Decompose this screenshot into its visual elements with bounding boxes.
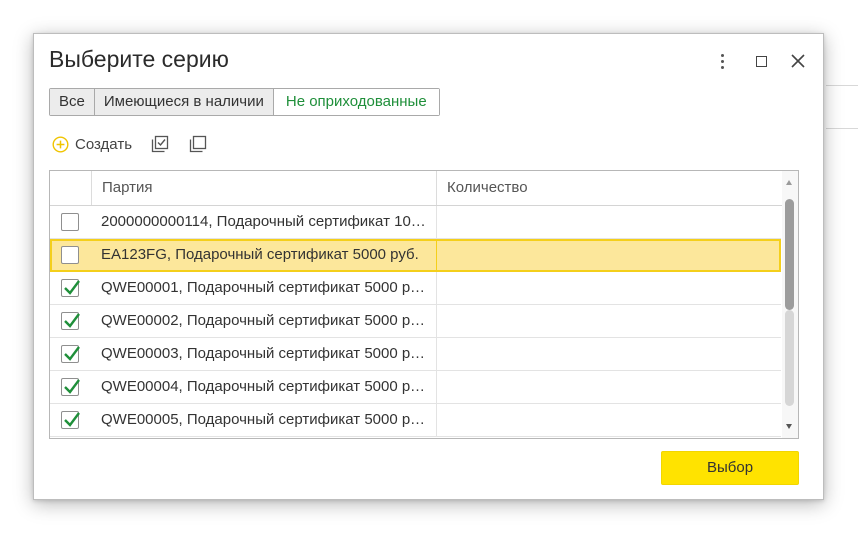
column-divider [436,404,437,436]
scroll-down-arrow-icon[interactable] [786,424,792,429]
close-icon [791,54,805,68]
column-divider [436,272,437,304]
checkmark-icon [64,346,80,361]
column-divider [436,241,437,270]
close-button[interactable] [786,49,810,73]
filter-switch: Все Имеющиеся в наличии Не оприходованны… [49,88,440,116]
create-button[interactable]: Создать [52,136,132,153]
checkmark-icon [64,379,80,394]
scrollbar-thumb[interactable] [785,199,794,310]
column-divider [436,206,437,238]
toolbar: Создать [52,132,208,156]
table-row-selected[interactable]: EA123FG, Подарочный сертификат 5000 руб. [50,239,781,272]
uncheck-all-icon [189,135,207,153]
table-row[interactable]: 2000000000114, Подарочный сертификат 100… [50,206,781,239]
create-button-label: Создать [75,135,133,153]
table-row[interactable]: QWE00005, Подарочный сертификат 5000 руб… [50,404,781,437]
table-header: Партия Количество [50,171,783,206]
row-checkbox[interactable] [61,246,79,264]
party-cell: QWE00002, Подарочный сертификат 5000 руб… [101,312,426,329]
party-cell: QWE00003, Подарочный сертификат 5000 руб… [101,345,426,362]
maximize-button[interactable] [749,49,773,73]
background-divider [826,85,858,86]
table-row[interactable]: QWE00004, Подарочный сертификат 5000 руб… [50,371,781,404]
vertical-scrollbar[interactable] [782,171,798,438]
table-row[interactable]: QWE00002, Подарочный сертификат 5000 руб… [50,305,781,338]
checkmark-icon [64,280,80,295]
column-header-party[interactable]: Партия [92,171,437,205]
more-menu-button[interactable] [710,49,734,73]
party-cell: EA123FG, Подарочный сертификат 5000 руб. [101,246,419,263]
party-cell: QWE00005, Подарочный сертификат 5000 руб… [101,411,426,428]
filter-not-received-button[interactable]: Не оприходованные [273,89,439,115]
checkmark-icon [64,412,80,427]
row-checkbox[interactable] [61,378,80,396]
background-divider [826,128,858,129]
filter-in-stock-button[interactable]: Имеющиеся в наличии [94,89,274,115]
dialog-title: Выберите серию [49,46,229,72]
row-checkbox[interactable] [61,279,80,297]
party-cell: 2000000000114, Подарочный сертификат 100… [101,213,426,230]
checkbox-column-header [50,171,92,205]
row-checkbox[interactable] [61,411,80,429]
row-checkbox[interactable] [61,213,79,231]
column-divider [436,305,437,337]
more-vertical-icon [720,53,724,69]
column-header-quantity[interactable]: Количество [437,171,783,205]
filter-all-button[interactable]: Все [50,89,95,115]
series-table: Партия Количество 2000000000114, Подароч… [49,170,799,439]
table-row[interactable]: QWE00003, Подарочный сертификат 5000 руб… [50,338,781,371]
row-checkbox[interactable] [61,345,80,363]
maximize-icon [755,55,767,67]
column-divider [436,371,437,403]
check-all-button[interactable] [150,134,170,154]
check-all-icon [151,135,169,153]
row-checkbox[interactable] [61,312,80,330]
select-series-dialog: Выберите серию Все Имеющиеся в наличии Н… [33,33,824,500]
scrollbar-track[interactable] [785,310,794,406]
column-divider [436,338,437,370]
checkmark-icon [64,313,80,328]
table-row[interactable]: QWE00001, Подарочный сертификат 5000 руб… [50,272,781,305]
party-cell: QWE00001, Подарочный сертификат 5000 руб… [101,279,426,296]
plus-circle-icon [52,135,69,153]
scroll-up-arrow-icon[interactable] [786,180,792,185]
party-cell: QWE00004, Подарочный сертификат 5000 руб… [101,378,426,395]
choose-button[interactable]: Выбор [661,451,799,485]
uncheck-all-button[interactable] [188,134,208,154]
